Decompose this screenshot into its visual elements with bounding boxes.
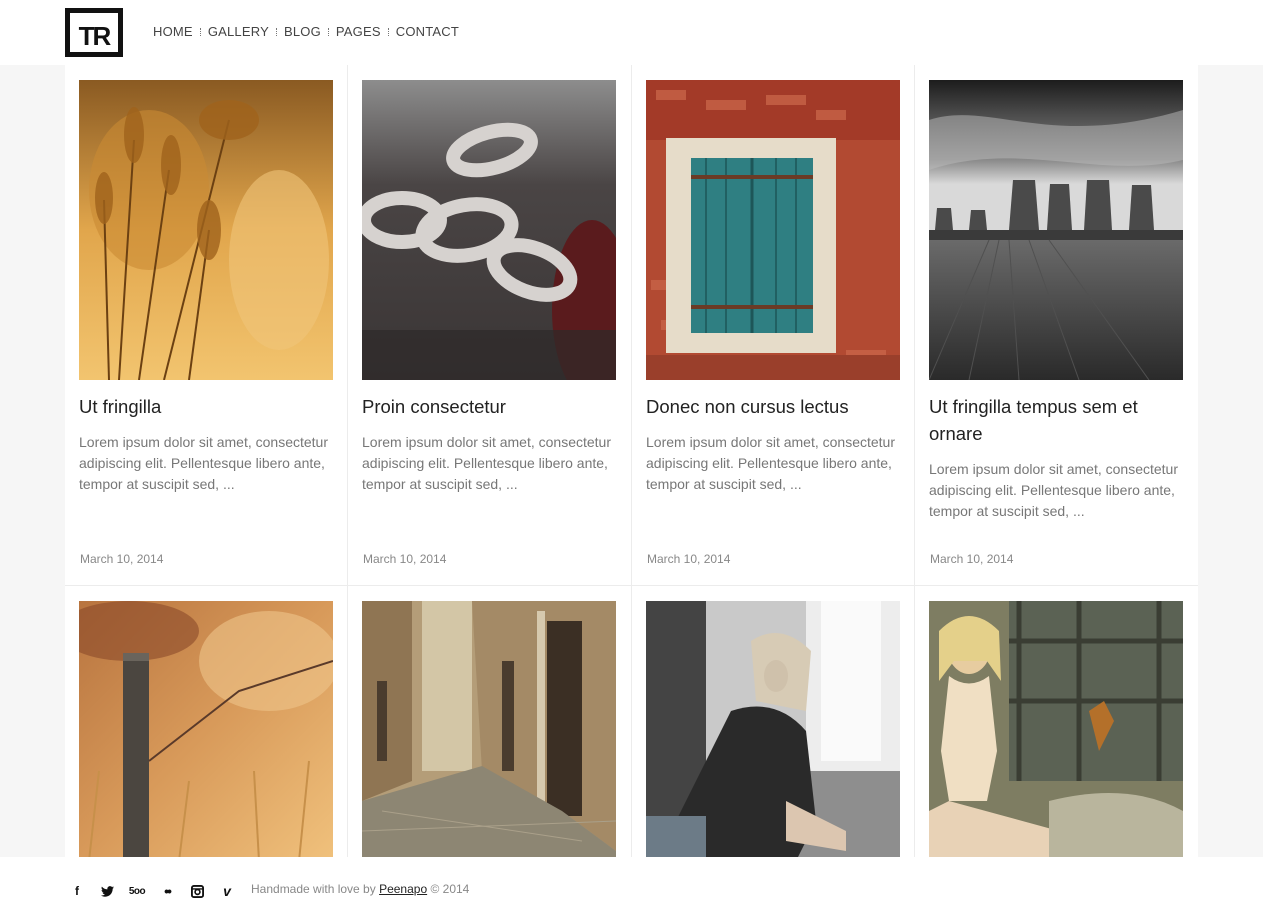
post-image[interactable] [929,80,1183,380]
nav-item-blog[interactable]: BLOG [284,24,321,39]
post-title[interactable]: Donec non cursus lectus [646,393,900,420]
500px-icon[interactable]: 5oo [122,882,152,900]
post-excerpt: Lorem ipsum dolor sit amet, consectetur … [646,434,895,492]
post-image[interactable] [79,80,333,380]
post-image[interactable] [646,80,900,380]
post-image[interactable] [79,601,333,857]
post-card: Donec non cursus lectus Lorem ipsum dolo… [632,65,915,586]
post-image[interactable] [646,601,900,857]
post-card: Proin consectetur Lorem ipsum dolor sit … [348,65,632,586]
nav-separator [327,27,329,36]
post-image[interactable] [929,601,1183,857]
nav-item-home[interactable]: HOME [153,24,193,39]
nav-item-gallery[interactable]: GALLERY [208,24,269,39]
post-card [915,586,1198,857]
post-date: March 10, 2014 [647,552,731,566]
post-card: Ut fringilla Lorem ipsum dolor sit amet,… [65,65,348,586]
footer-credit: Handmade with love by Peenapo © 2014 [251,882,469,896]
post-excerpt: Lorem ipsum dolor sit amet, consectetur … [79,434,328,492]
post-card [632,586,915,857]
instagram-icon[interactable] [182,882,212,900]
credit-link[interactable]: Peenapo [379,882,427,896]
post-image[interactable] [362,601,616,857]
site-header: TR HOME GALLERY BLOG PAGES CONTACT [0,0,1263,65]
post-card [348,586,632,857]
logo-text: TR [78,21,112,51]
site-footer: f 5oo •• v Handmade with love by Peenapo… [0,857,1263,907]
vimeo-icon[interactable]: v [212,882,242,900]
nav-item-pages[interactable]: PAGES [336,24,381,39]
post-date: March 10, 2014 [363,552,447,566]
twitter-icon[interactable] [92,882,122,900]
facebook-icon[interactable]: f [62,882,92,900]
flickr-icon[interactable]: •• [152,882,182,900]
post-title[interactable]: Ut fringilla tempus sem et ornare [929,393,1183,447]
post-title[interactable]: Proin consectetur [362,393,616,420]
post-excerpt: Lorem ipsum dolor sit amet, consectetur … [929,461,1178,519]
nav-separator [275,27,277,36]
nav-separator [387,27,389,36]
social-links: f 5oo •• v [62,882,242,900]
post-date: March 10, 2014 [80,552,164,566]
credit-prefix: Handmade with love by [251,882,376,896]
post-card: Ut fringilla tempus sem et ornare Lorem … [915,65,1198,586]
main-nav: HOME GALLERY BLOG PAGES CONTACT [153,24,459,39]
post-image[interactable] [362,80,616,380]
credit-suffix: © 2014 [430,882,470,896]
site-logo[interactable]: TR [65,8,123,57]
nav-item-contact[interactable]: CONTACT [396,24,459,39]
post-grid: Ut fringilla Lorem ipsum dolor sit amet,… [65,65,1198,857]
post-excerpt: Lorem ipsum dolor sit amet, consectetur … [362,434,611,492]
post-title[interactable]: Ut fringilla [79,393,333,420]
nav-separator [199,27,201,36]
post-card [65,586,348,857]
post-date: March 10, 2014 [930,552,1014,566]
